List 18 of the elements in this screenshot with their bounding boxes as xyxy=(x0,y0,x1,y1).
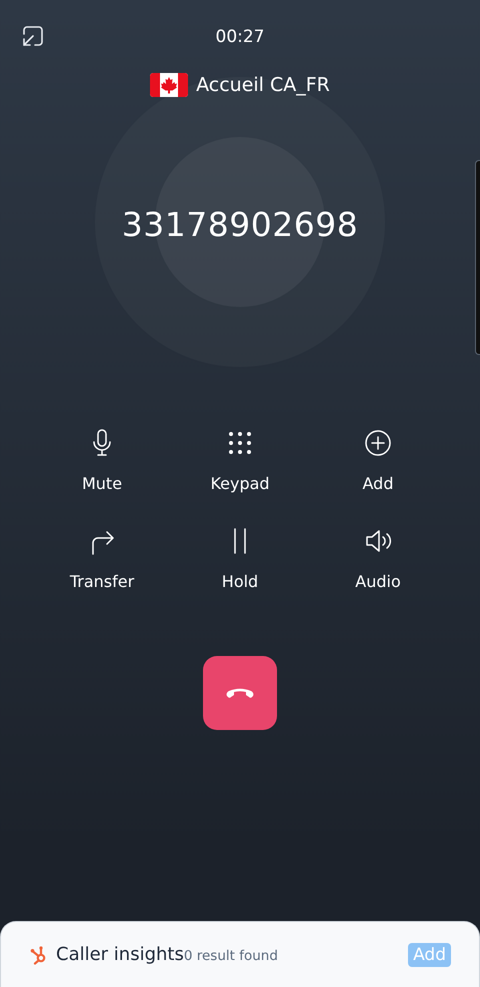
audio-button[interactable]: Audio xyxy=(355,526,401,594)
hub-logo-icon xyxy=(30,944,48,964)
caller-insights-title: Caller insights xyxy=(56,943,184,967)
edge-handle[interactable] xyxy=(475,160,480,355)
flag-icon xyxy=(150,73,188,97)
phone-number: 33178902698 xyxy=(122,204,358,246)
keypad-button[interactable]: Keypad xyxy=(210,428,270,496)
line-name: Accueil CA_FR xyxy=(196,72,330,98)
call-timer: 00:27 xyxy=(216,26,264,49)
hang-up-icon xyxy=(226,688,254,698)
minimize-button[interactable] xyxy=(22,23,44,45)
hold-button[interactable]: Hold xyxy=(222,526,258,594)
add-button[interactable]: Add xyxy=(362,428,394,496)
end-call-button[interactable] xyxy=(203,656,277,730)
result-count: 0 result found xyxy=(184,947,278,966)
add-icon xyxy=(362,428,393,458)
transfer-button[interactable]: Transfer xyxy=(70,526,134,594)
mute-button[interactable]: Mute xyxy=(82,428,122,496)
